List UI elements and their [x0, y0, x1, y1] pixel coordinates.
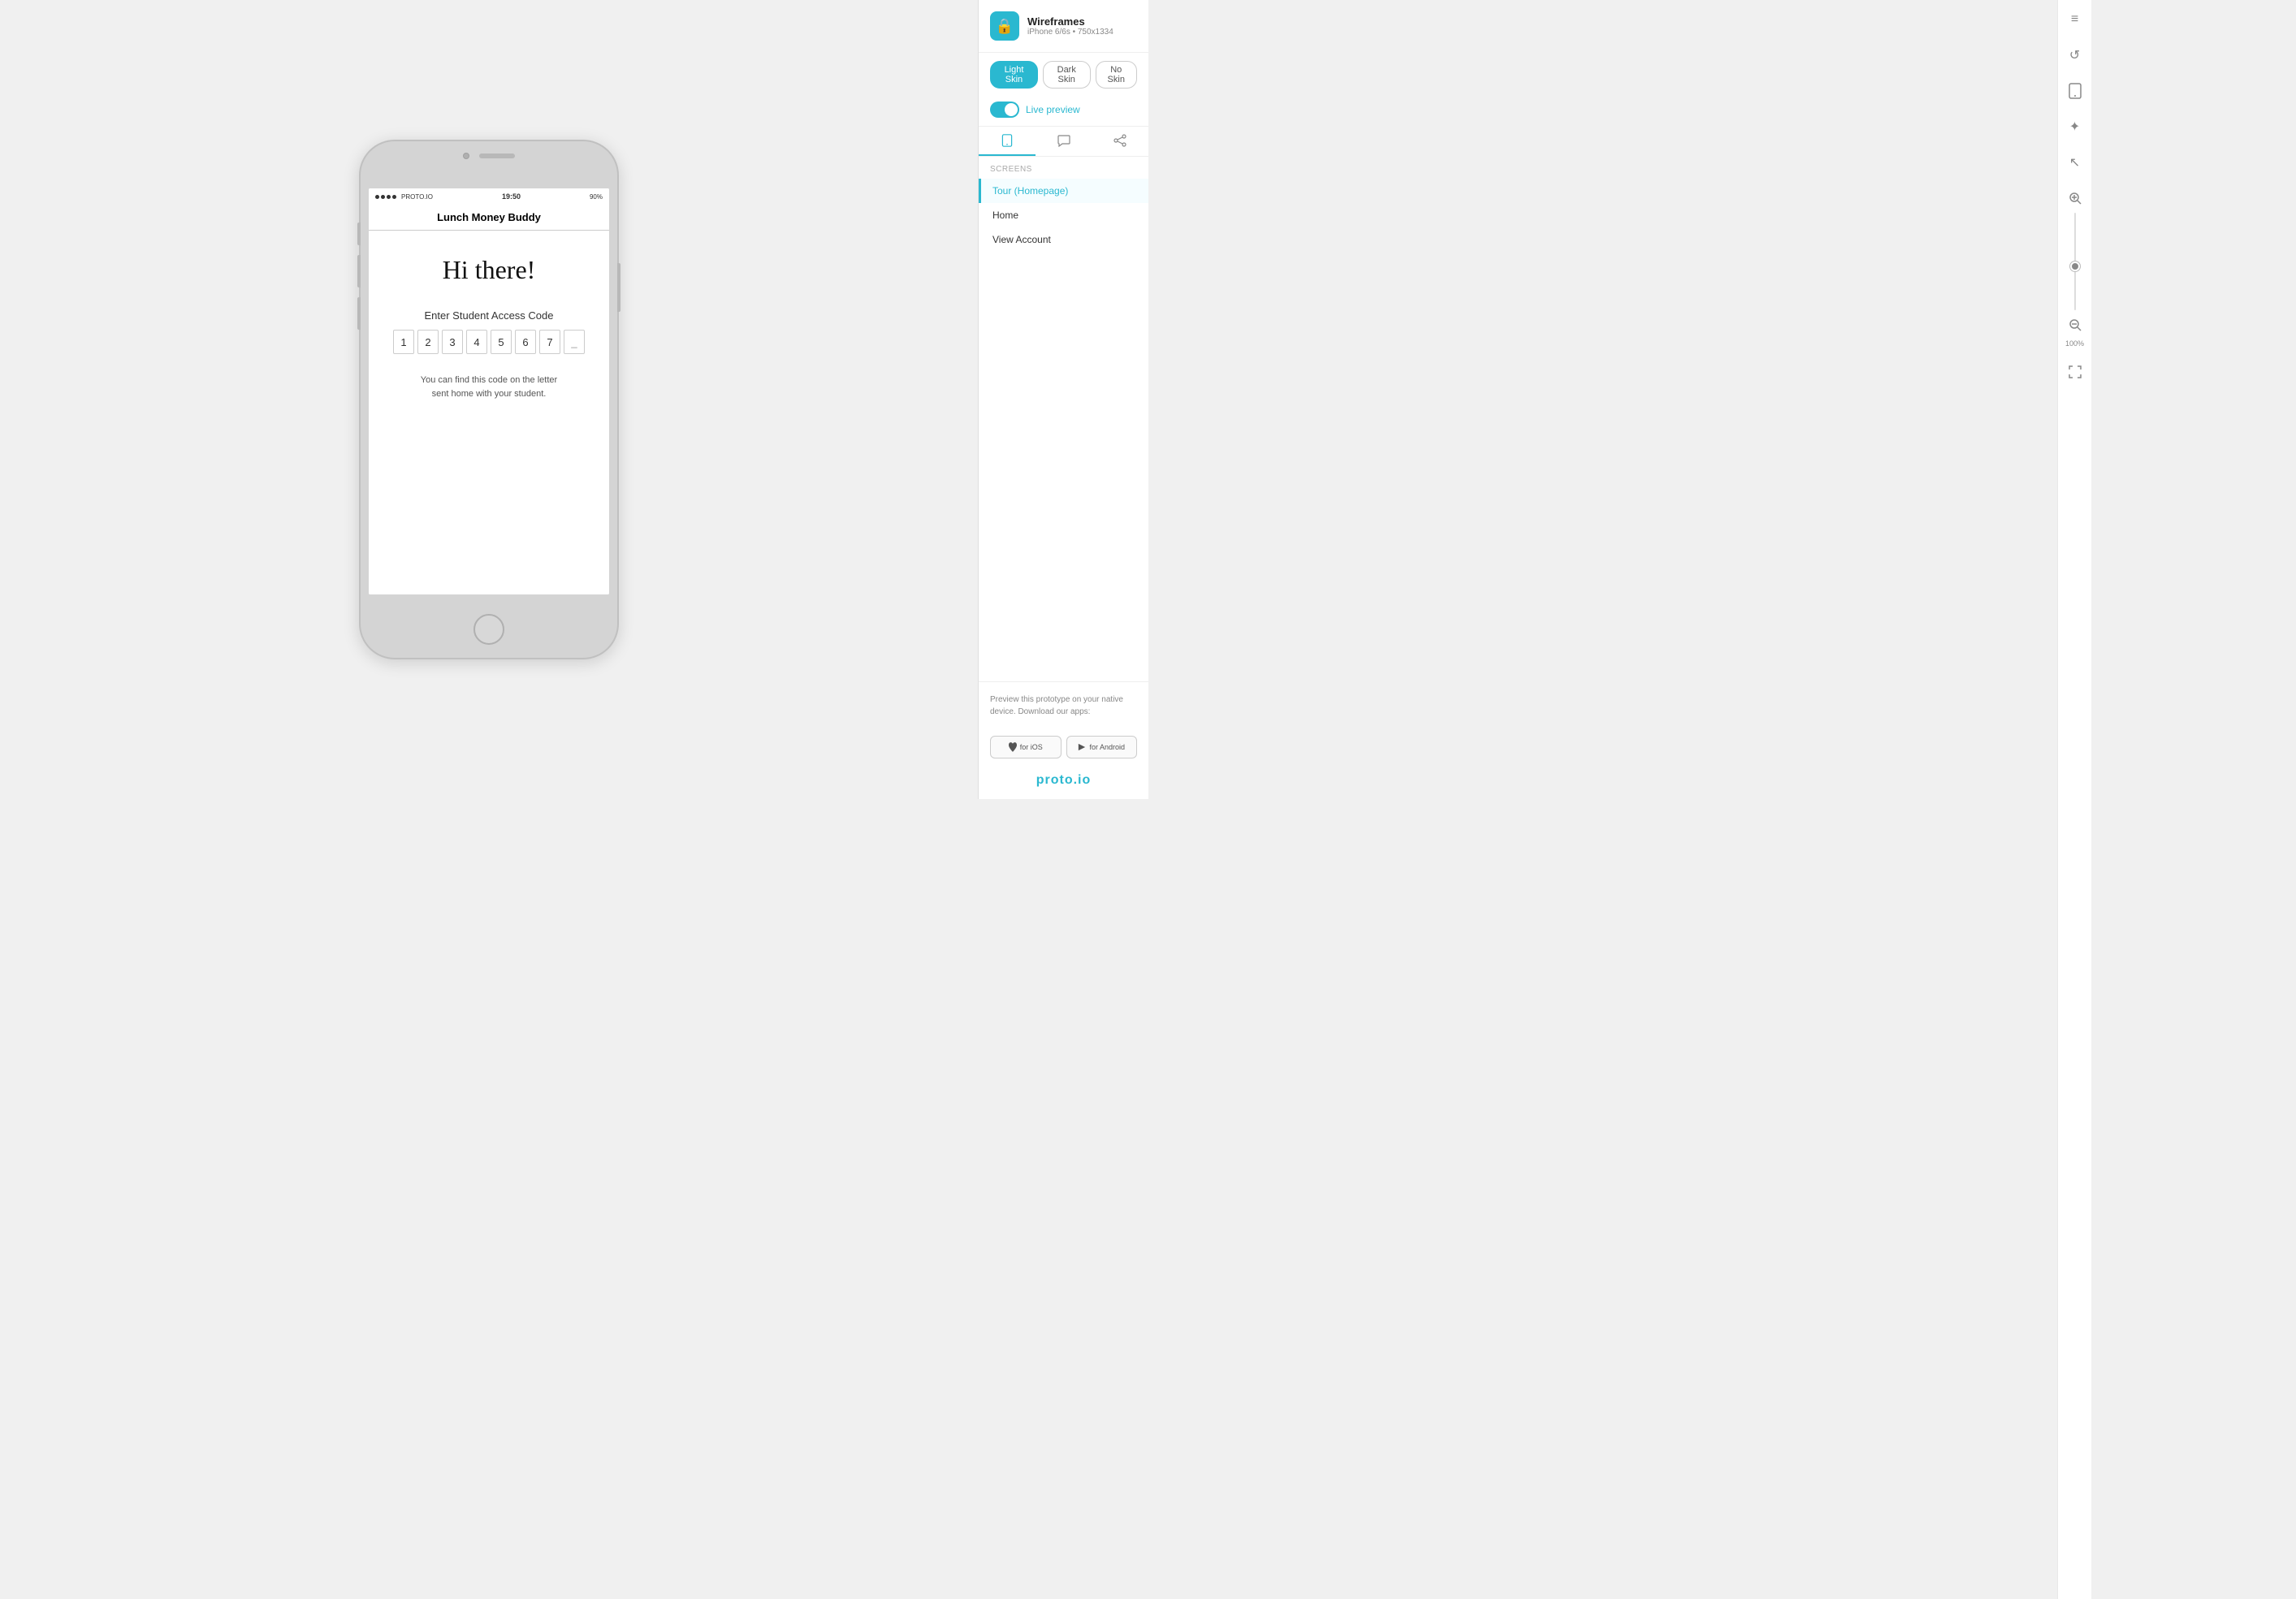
code-input-boxes[interactable]: 1 2 3 4 5 6 7 _ — [393, 330, 585, 354]
zoom-percent-label: 100% — [2065, 339, 2084, 348]
signal-dot-1 — [375, 195, 379, 199]
ios-button-label: for iOS — [1020, 743, 1043, 751]
phone-power-button — [617, 263, 620, 312]
phone-mockup: PROTO.IO 19:50 90% Lunch Money Buddy Hi … — [359, 140, 619, 659]
code-box-8[interactable]: _ — [564, 330, 585, 354]
nav-title: Lunch Money Buddy — [437, 211, 541, 223]
app-store-buttons: for iOS for Android — [979, 729, 1148, 767]
screens-label: SCREENS — [979, 157, 1148, 179]
star-icon[interactable]: ✦ — [2064, 115, 2086, 138]
live-preview-label: Live preview — [1026, 104, 1080, 115]
zoom-slider[interactable]: 100% — [2064, 187, 2086, 348]
status-bar: PROTO.IO 19:50 90% — [369, 188, 609, 205]
skin-section: Light Skin Dark Skin No Skin — [979, 53, 1148, 97]
phone-volume-up-button — [357, 255, 361, 287]
navigation-bar: Lunch Money Buddy — [369, 205, 609, 231]
battery-label: 90% — [590, 193, 603, 201]
phone-mute-button — [357, 223, 361, 245]
icon-tabs — [979, 127, 1148, 157]
phone-camera — [463, 153, 469, 159]
code-box-6[interactable]: 6 — [515, 330, 536, 354]
vertical-toolbar: ≡ ↺ ✦ ↖ 100% — [2057, 0, 2091, 1599]
signal-dot-3 — [387, 195, 391, 199]
tab-device[interactable] — [979, 127, 1036, 156]
phone-body: PROTO.IO 19:50 90% Lunch Money Buddy Hi … — [359, 140, 619, 659]
access-code-label: Enter Student Access Code — [425, 309, 554, 322]
watermark-prefix: proto — [1036, 773, 1074, 787]
light-skin-button[interactable]: Light Skin — [990, 61, 1038, 89]
dark-skin-button[interactable]: Dark Skin — [1043, 61, 1091, 89]
fullscreen-icon[interactable] — [2064, 361, 2086, 383]
live-preview-toggle[interactable] — [990, 102, 1019, 118]
live-preview-row: Live preview — [979, 97, 1148, 127]
android-app-button[interactable]: for Android — [1066, 736, 1138, 758]
refresh-icon[interactable]: ↺ — [2064, 44, 2086, 67]
ios-app-button[interactable]: for iOS — [990, 736, 1062, 758]
panel-header: 🔒 Wireframes iPhone 6/6s • 750x1334 — [979, 0, 1148, 53]
proto-watermark: proto.io — [979, 767, 1148, 799]
code-box-4[interactable]: 4 — [466, 330, 487, 354]
phone-volume-down-button — [357, 297, 361, 330]
signal-dots — [375, 195, 396, 199]
status-left: PROTO.IO — [375, 193, 433, 201]
app-info: Wireframes iPhone 6/6s • 750x1334 — [1027, 15, 1113, 37]
menu-icon[interactable]: ≡ — [2064, 8, 2086, 31]
helper-text: You can find this code on the letter sen… — [416, 374, 562, 400]
app-icon: 🔒 — [990, 11, 1019, 41]
screen-content: Hi there! Enter Student Access Code 1 2 … — [369, 231, 609, 594]
carrier-label: PROTO.IO — [401, 193, 433, 201]
screen-item-tour[interactable]: Tour (Homepage) — [979, 179, 1148, 203]
greeting-heading: Hi there! — [443, 255, 536, 285]
time-label: 19:50 — [502, 192, 521, 201]
code-box-3[interactable]: 3 — [442, 330, 463, 354]
code-box-1[interactable]: 1 — [393, 330, 414, 354]
screen-item-view-account[interactable]: View Account — [979, 227, 1148, 252]
phone-home-button[interactable] — [473, 614, 504, 645]
code-box-7[interactable]: 7 — [539, 330, 560, 354]
toggle-thumb — [1005, 103, 1018, 116]
code-box-2[interactable]: 2 — [417, 330, 439, 354]
tab-comment[interactable] — [1036, 127, 1092, 156]
code-box-5[interactable]: 5 — [491, 330, 512, 354]
zoom-in-icon[interactable] — [2064, 187, 2086, 210]
watermark-suffix: .io — [1074, 773, 1092, 787]
tab-share[interactable] — [1092, 127, 1148, 156]
phone-speaker — [479, 153, 515, 158]
signal-dot-4 — [392, 195, 396, 199]
no-skin-button[interactable]: No Skin — [1096, 61, 1138, 89]
zoom-slider-track[interactable] — [2074, 213, 2076, 310]
right-panel: 🔒 Wireframes iPhone 6/6s • 750x1334 Ligh… — [978, 0, 1148, 799]
canvas-area: PROTO.IO 19:50 90% Lunch Money Buddy Hi … — [0, 0, 978, 799]
zoom-out-icon[interactable] — [2064, 313, 2086, 336]
phone-top-elements — [463, 153, 515, 159]
app-subtitle: iPhone 6/6s • 750x1334 — [1027, 28, 1113, 37]
zoom-slider-thumb[interactable] — [2070, 261, 2080, 271]
screen-item-home[interactable]: Home — [979, 203, 1148, 227]
device-icon[interactable] — [2064, 80, 2086, 102]
preview-text: Preview this prototype on your native de… — [979, 681, 1148, 729]
signal-dot-2 — [381, 195, 385, 199]
app-name: Wireframes — [1027, 15, 1113, 28]
android-button-label: for Android — [1089, 743, 1125, 751]
cursor-icon[interactable]: ↖ — [2064, 151, 2086, 174]
phone-screen: PROTO.IO 19:50 90% Lunch Money Buddy Hi … — [369, 188, 609, 594]
